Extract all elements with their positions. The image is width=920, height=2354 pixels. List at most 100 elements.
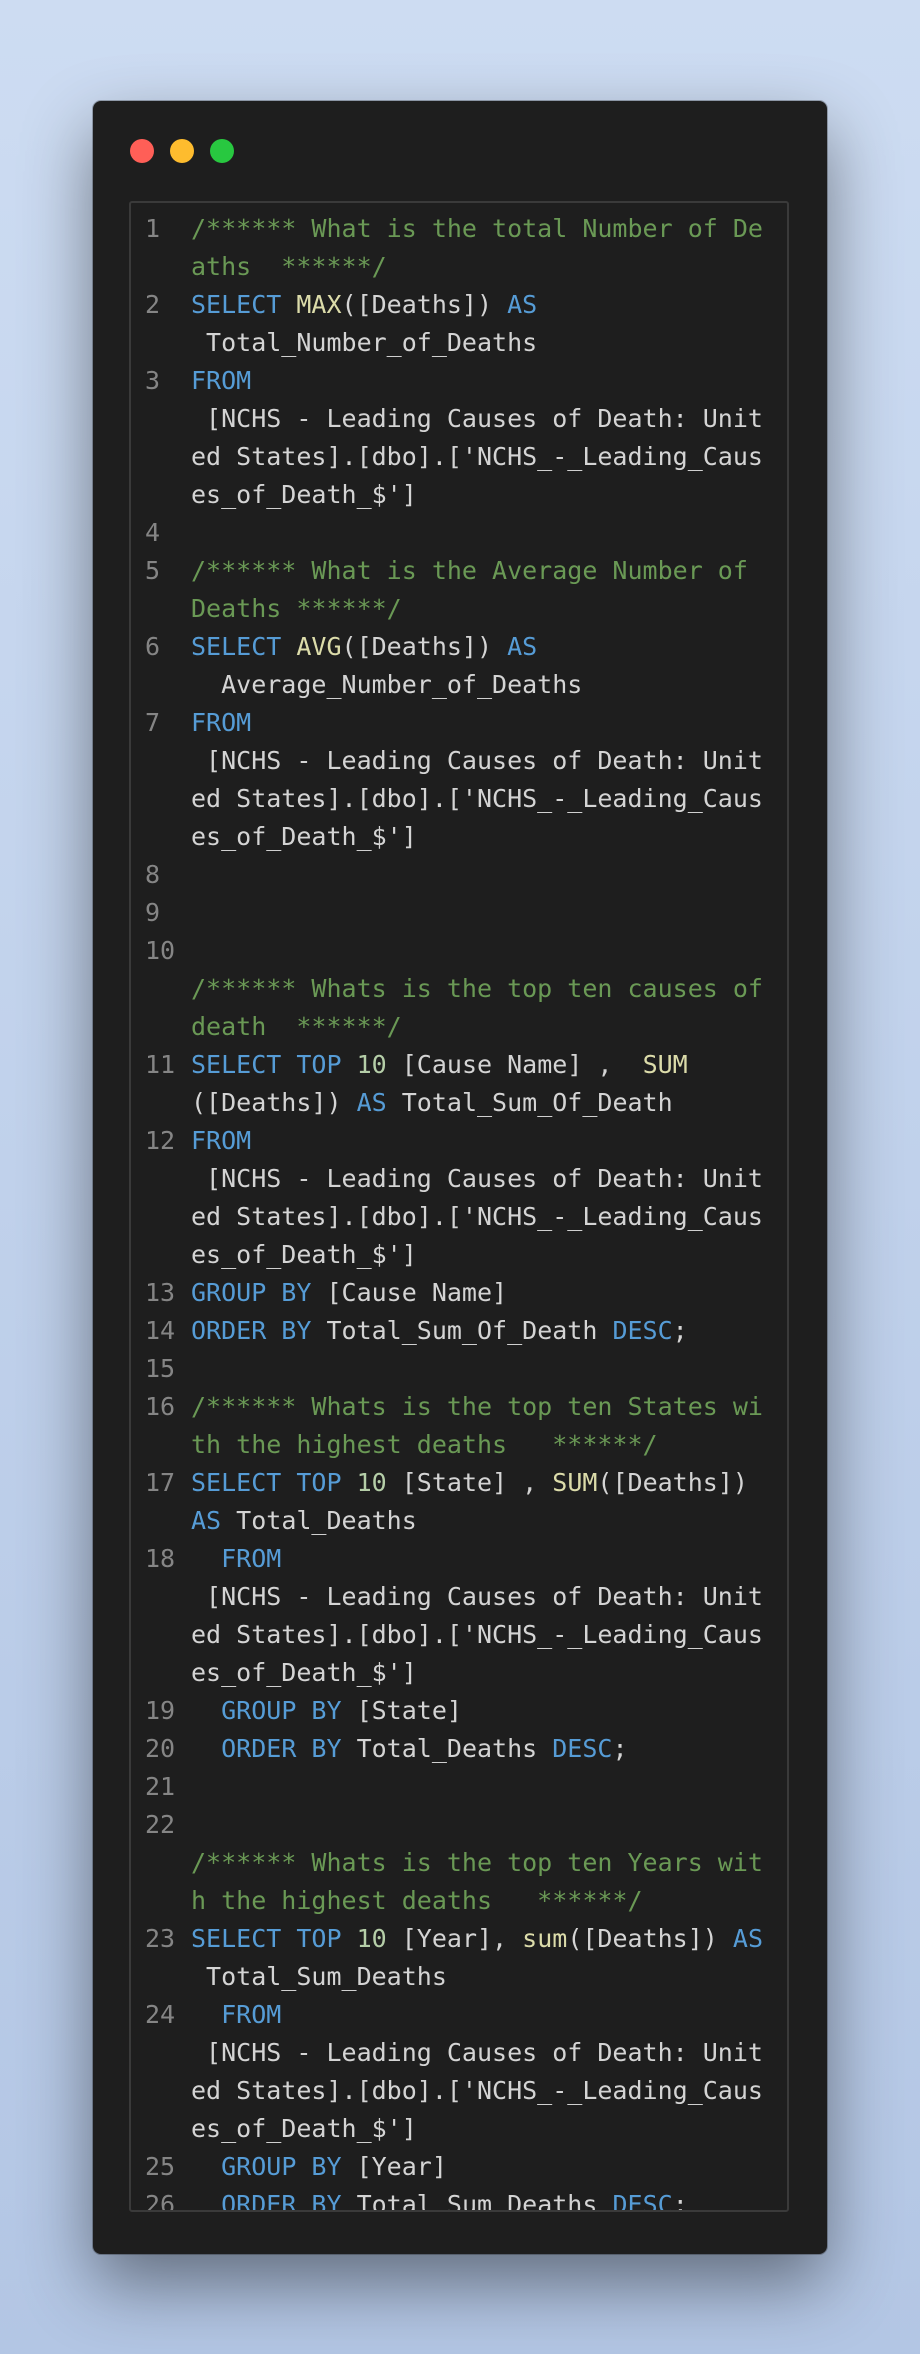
line-number: 12: [145, 1126, 176, 1155]
code-token: ed States].[dbo].['NCHS_-_Leading_Caus: [191, 784, 763, 813]
line-text: FROM: [191, 362, 251, 400]
line-text: ORDER BY Total_Deaths DESC;: [191, 1730, 628, 1768]
code-line: es_of_Death_$']: [131, 818, 787, 856]
code-token: /****** What is the Average Number of: [191, 556, 748, 585]
code-token: h the highest deaths ******/: [191, 1886, 643, 1915]
code-line: es_of_Death_$']: [131, 1236, 787, 1274]
code-token: AS: [356, 1088, 387, 1117]
code-editor[interactable]: 1 /****** What is the total Number of De a…: [129, 201, 789, 2212]
code-line: 25 GROUP BY [Year]: [131, 2148, 787, 2186]
code-line: 10: [131, 932, 787, 970]
line-number: 20: [145, 1734, 176, 1763]
code-line: 7 FROM: [131, 704, 787, 742]
code-line: death ******/: [131, 1008, 787, 1046]
code-token: SELECT TOP: [191, 1050, 357, 1079]
line-text: SELECT AVG([Deaths]) AS: [191, 628, 537, 666]
code-line: 15: [131, 1350, 787, 1388]
line-text: Deaths ******/: [191, 590, 402, 628]
code-token: 10: [356, 1468, 387, 1497]
line-number: 18: [145, 1544, 176, 1573]
line-number: 13: [145, 1278, 176, 1307]
code-token: FROM: [221, 2000, 282, 2029]
code-token: [NCHS - Leading Causes of Death: Unit: [191, 746, 763, 775]
code-token: Total_Deaths: [221, 1506, 417, 1535]
maximize-dot-icon[interactable]: [210, 139, 234, 163]
code-line: 24 FROM: [131, 1996, 787, 2034]
line-number: 5: [145, 556, 161, 585]
code-token: GROUP BY: [221, 2152, 342, 2181]
code-line: 26 ORDER BY Total_Sum_Deaths DESC;: [131, 2186, 787, 2210]
code-token: ([Deaths]): [341, 632, 508, 661]
line-text: ed States].[dbo].['NCHS_-_Leading_Caus: [191, 1198, 763, 1236]
code-token: AVG: [296, 632, 342, 661]
code-line: 22: [131, 1806, 787, 1844]
line-text: /****** Whats is the top ten States wi: [191, 1388, 763, 1426]
code-token: ([Deaths]): [191, 1088, 357, 1117]
line-number: 11: [145, 1050, 176, 1079]
close-dot-icon[interactable]: [130, 139, 154, 163]
code-token: ;: [612, 1734, 628, 1763]
code-token: Total_Sum_Of_Death: [311, 1316, 613, 1345]
code-token: FROM: [191, 366, 252, 395]
code-token: SUM: [552, 1468, 598, 1497]
code-token: death ******/: [191, 1012, 402, 1041]
line-text: es_of_Death_$']: [191, 2110, 417, 2148]
code-line: aths ******/: [131, 248, 787, 286]
code-line: ed States].[dbo].['NCHS_-_Leading_Caus: [131, 1616, 787, 1654]
minimize-dot-icon[interactable]: [170, 139, 194, 163]
line-text: [NCHS - Leading Causes of Death: Unit: [191, 1160, 763, 1198]
code-token: DESC: [612, 1316, 673, 1345]
line-text: ORDER BY Total_Sum_Deaths DESC;: [191, 2186, 688, 2210]
code-token: es_of_Death_$']: [191, 822, 417, 851]
code-token: ed States].[dbo].['NCHS_-_Leading_Caus: [191, 442, 763, 471]
code-token: sum: [522, 1924, 568, 1953]
line-number: 3: [145, 366, 161, 395]
code-token: ;: [672, 1316, 688, 1345]
line-text: death ******/: [191, 1008, 402, 1046]
line-text: SELECT TOP 10 [Cause Name] , SUM: [191, 1046, 688, 1084]
code-line: es_of_Death_$']: [131, 476, 787, 514]
code-line: 5 /****** What is the Average Number of: [131, 552, 787, 590]
code-token: /****** Whats is the top ten States wi: [191, 1392, 763, 1421]
line-number: 10: [145, 936, 176, 965]
code-line: 23 SELECT TOP 10 [Year], sum([Deaths]) AS: [131, 1920, 787, 1958]
line-text: FROM: [191, 1540, 281, 1578]
line-number: 14: [145, 1316, 176, 1345]
code-token: AS: [507, 632, 538, 661]
code-token: SELECT TOP: [191, 1468, 357, 1497]
code-token: Total_Number_of_Deaths: [191, 328, 538, 357]
line-number: 15: [145, 1354, 176, 1383]
code-token: [Year]: [341, 2152, 447, 2181]
line-text: aths ******/: [191, 248, 387, 286]
line-text: SELECT TOP 10 [Year], sum([Deaths]) AS: [191, 1920, 763, 1958]
code-line: es_of_Death_$']: [131, 2110, 787, 2148]
code-line: Total_Number_of_Deaths: [131, 324, 787, 362]
code-token: AS: [191, 1506, 222, 1535]
line-number: 22: [145, 1810, 176, 1839]
code-token: AS: [732, 1924, 763, 1953]
code-token: AS: [507, 290, 538, 319]
code-token: es_of_Death_$']: [191, 1658, 417, 1687]
code-token: [State] ,: [386, 1468, 553, 1497]
line-number: 23: [145, 1924, 176, 1953]
code-token: ORDER BY: [191, 1316, 312, 1345]
line-text: FROM: [191, 1122, 251, 1160]
code-line: 4: [131, 514, 787, 552]
code-token: [NCHS - Leading Causes of Death: Unit: [191, 1164, 763, 1193]
code-line: /****** Whats is the top ten Years wit: [131, 1844, 787, 1882]
code-line: [NCHS - Leading Causes of Death: Unit: [131, 1578, 787, 1616]
code-line: ed States].[dbo].['NCHS_-_Leading_Caus: [131, 438, 787, 476]
code-token: [NCHS - Leading Causes of Death: Unit: [191, 2038, 763, 2067]
code-token: [NCHS - Leading Causes of Death: Unit: [191, 1582, 763, 1611]
line-text: /****** Whats is the top ten Years wit: [191, 1844, 763, 1882]
code-line: /****** Whats is the top ten causes of: [131, 970, 787, 1008]
code-token: SUM: [642, 1050, 688, 1079]
code-token: aths ******/: [191, 252, 387, 281]
line-number: 8: [145, 860, 161, 889]
line-text: es_of_Death_$']: [191, 1654, 417, 1692]
code-token: MAX: [296, 290, 342, 319]
